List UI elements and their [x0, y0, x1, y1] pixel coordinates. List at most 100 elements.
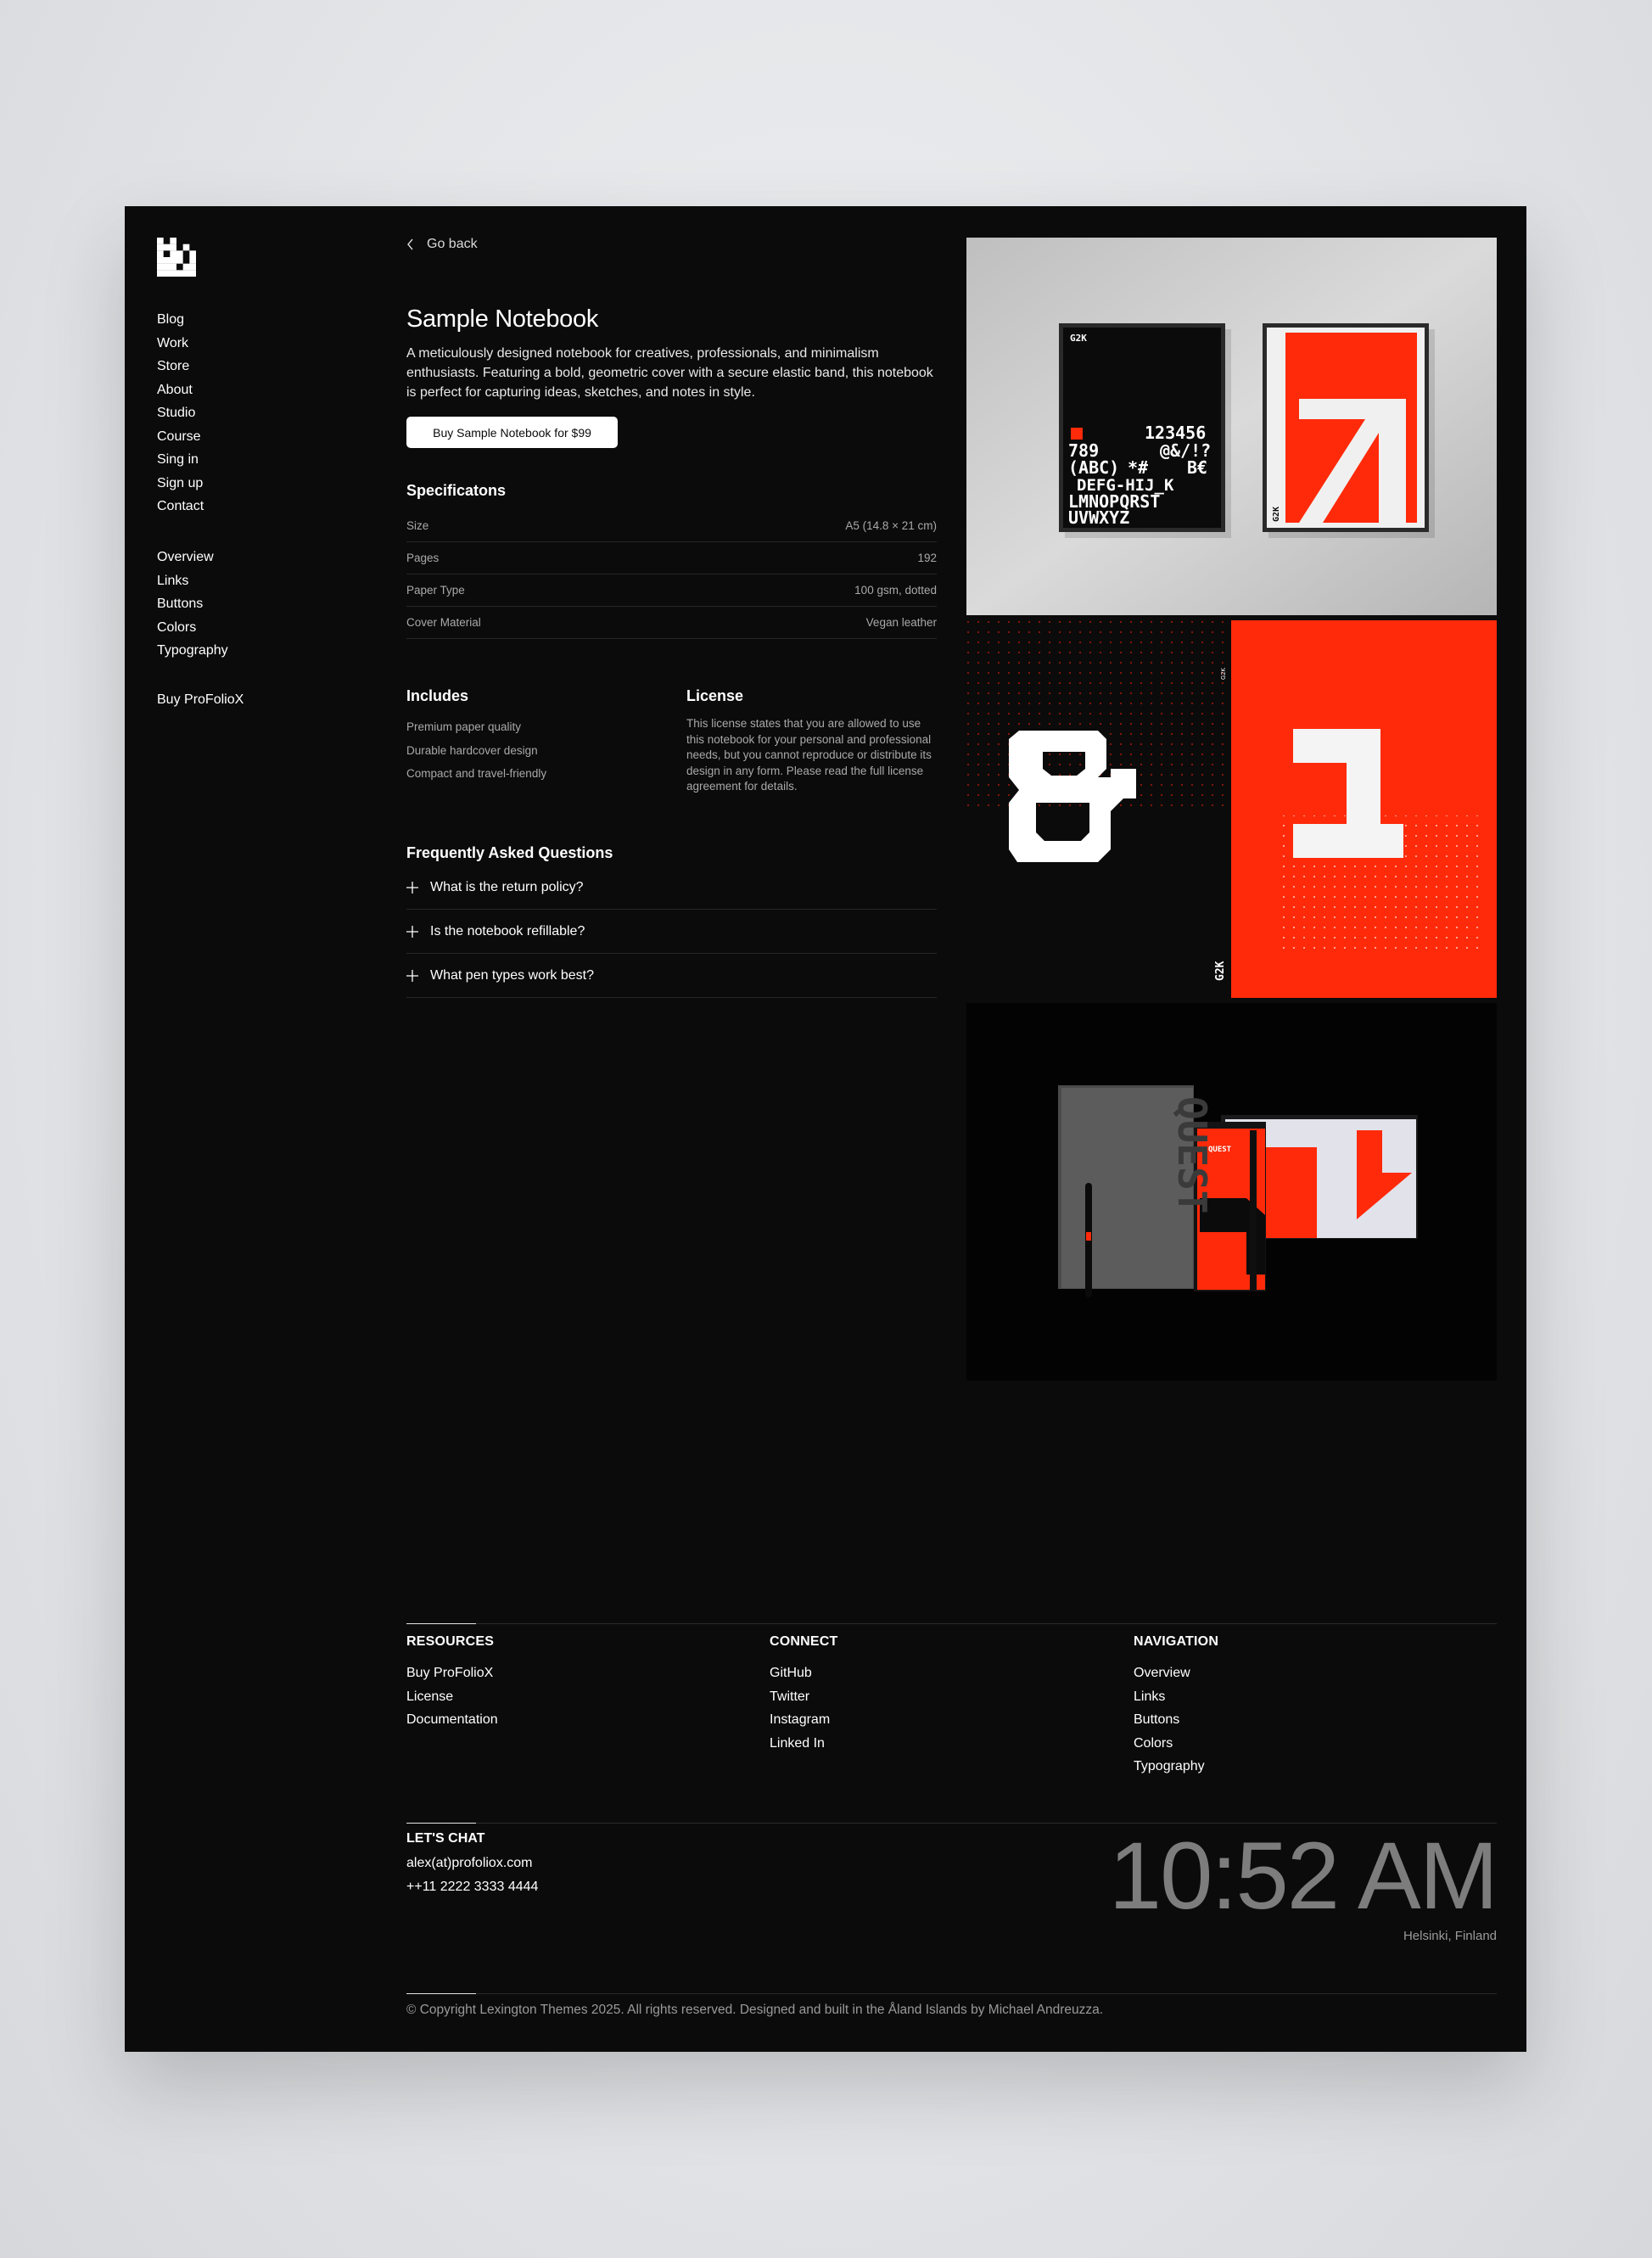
footer-link-github[interactable]: GitHub: [770, 1661, 838, 1685]
faq-item-return-policy[interactable]: What is the return policy?: [406, 866, 937, 910]
poster-chars: (ABC): [1068, 457, 1119, 478]
product-image-notebook-set[interactable]: QUEST QUEST: [966, 1003, 1497, 1381]
posters-illustration: G2K 123456 789 @&/!? (ABC) *# B€ DEFG-HI…: [966, 238, 1497, 615]
footer-link-links[interactable]: Links: [1134, 1685, 1218, 1709]
includes-heading: Includes: [406, 687, 469, 704]
sidebar-item-typography[interactable]: Typography: [157, 639, 228, 663]
includes-item: Compact and travel-friendly: [406, 767, 547, 780]
typeface-illustration: G2K G2K: [966, 620, 1497, 998]
footer-link-typography[interactable]: Typography: [1134, 1755, 1218, 1779]
sidebar-buy-nav: Buy ProFolioX: [157, 688, 244, 712]
chat-heading: LET'S CHAT: [406, 1831, 485, 1846]
notebook-set-illustration: QUEST QUEST: [966, 1003, 1497, 1381]
includes-item: Premium paper quality: [406, 720, 522, 733]
faq-question: Is the notebook refillable?: [430, 923, 585, 938]
spec-value: A5 (14.8 × 21 cm): [845, 519, 937, 532]
plus-icon: [406, 881, 418, 894]
sidebar-item-blog[interactable]: Blog: [157, 308, 204, 332]
spec-label: Pages: [406, 552, 440, 564]
sidebar-item-colors[interactable]: Colors: [157, 616, 228, 640]
spec-row-size: Size A5 (14.8 × 21 cm): [406, 510, 937, 542]
footer-link-linkedin[interactable]: Linked In: [770, 1732, 838, 1756]
footer-navigation-heading: NAVIGATION: [1134, 1634, 1219, 1649]
copyright-text: © Copyright Lexington Themes 2025. All r…: [406, 2003, 1104, 2017]
license-heading: License: [686, 687, 744, 704]
faq-question: What pen types work best?: [430, 967, 594, 983]
sidebar-item-links[interactable]: Links: [157, 569, 228, 593]
specifications-heading: Specificatons: [406, 482, 507, 499]
footer-link-overview[interactable]: Overview: [1134, 1661, 1218, 1685]
includes-item: Durable hardcover design: [406, 743, 538, 757]
spec-value: 100 gsm, dotted: [854, 584, 937, 597]
footer-resources: RESOURCES Buy ProFolioX License Document…: [406, 1634, 498, 1732]
faq-item-refillable[interactable]: Is the notebook refillable?: [406, 910, 937, 954]
spec-label: Size: [406, 519, 429, 532]
includes-list: Premium paper quality Durable hardcover …: [406, 715, 546, 786]
copyright-divider: [406, 1993, 1497, 1994]
footer-link-colors[interactable]: Colors: [1134, 1732, 1218, 1756]
chat-accent-line: [406, 1823, 476, 1824]
contact-phone[interactable]: ++11 2222 3333 4444: [406, 1875, 538, 1899]
notebook-brand: QUEST: [1169, 1096, 1215, 1213]
footer-resources-heading: RESOURCES: [406, 1634, 495, 1649]
spec-row-cover-material: Cover Material Vegan leather: [406, 607, 937, 639]
typeface-brand: G2K: [1214, 961, 1227, 981]
page-frame: Blog Work Store About Studio Course Sing…: [125, 206, 1526, 2052]
spec-row-paper-type: Paper Type 100 gsm, dotted: [406, 574, 937, 607]
product-image-posters[interactable]: G2K 123456 789 @&/!? (ABC) *# B€ DEFG-HI…: [966, 238, 1497, 615]
footer-connect-heading: CONNECT: [770, 1634, 838, 1649]
footer-divider: [406, 1623, 1497, 1624]
go-back-link[interactable]: Go back: [406, 237, 478, 252]
sidebar-ui-nav: Overview Links Buttons Colors Typography: [157, 546, 228, 663]
footer-accent-line: [406, 1623, 476, 1624]
sidebar-item-sign-up[interactable]: Sign up: [157, 472, 204, 496]
sidebar-item-contact[interactable]: Contact: [157, 495, 204, 518]
sidebar-item-overview[interactable]: Overview: [157, 546, 228, 569]
footer-link-license[interactable]: License: [406, 1685, 498, 1709]
license-text: This license states that you are allowed…: [686, 717, 932, 793]
poster-chars: UVWXYZ: [1068, 507, 1129, 528]
sidebar-item-buy-profoliox[interactable]: Buy ProFolioX: [157, 688, 244, 712]
footer-link-buy-profoliox[interactable]: Buy ProFolioX: [406, 1661, 498, 1685]
footer-link-twitter[interactable]: Twitter: [770, 1685, 838, 1709]
sidebar-item-course[interactable]: Course: [157, 425, 204, 449]
local-city: Helsinki, Finland: [1403, 1929, 1497, 1943]
product-description: A meticulously designed notebook for cre…: [406, 346, 933, 400]
sidebar-item-work[interactable]: Work: [157, 332, 204, 356]
footer-link-buttons[interactable]: Buttons: [1134, 1708, 1218, 1732]
poster-brand: G2K: [1070, 333, 1087, 344]
specifications-table: Size A5 (14.8 × 21 cm) Pages 192 Paper T…: [406, 510, 937, 639]
local-time: 10:52 AM: [1108, 1823, 1498, 1929]
sidebar-item-about[interactable]: About: [157, 378, 204, 402]
page-title: Sample Notebook: [406, 305, 599, 333]
sidebar-item-studio[interactable]: Studio: [157, 401, 204, 425]
sidebar-item-sign-in[interactable]: Sing in: [157, 448, 204, 472]
typeface-side-label-top: G2K: [1221, 668, 1227, 680]
spec-value: Vegan leather: [865, 616, 937, 629]
poster-chars: *#: [1128, 457, 1148, 478]
faq-list: What is the return policy? Is the notebo…: [406, 866, 937, 998]
faq-question: What is the return policy?: [430, 879, 584, 894]
poster-chars: B€: [1187, 457, 1207, 478]
plus-icon: [406, 969, 418, 982]
spec-label: Paper Type: [406, 584, 465, 597]
buy-notebook-button[interactable]: Buy Sample Notebook for $99: [406, 417, 618, 448]
footer-link-instagram[interactable]: Instagram: [770, 1708, 838, 1732]
footer-link-documentation[interactable]: Documentation: [406, 1708, 498, 1732]
spec-label: Cover Material: [406, 616, 481, 629]
sidebar-main-nav: Blog Work Store About Studio Course Sing…: [157, 308, 204, 518]
product-image-typeface[interactable]: G2K G2K: [966, 620, 1497, 998]
go-back-label: Go back: [427, 237, 478, 251]
logo-icon[interactable]: [157, 238, 196, 277]
poster-brand: G2K: [1272, 507, 1281, 522]
faq-heading: Frequently Asked Questions: [406, 844, 613, 861]
copyright-accent-line: [406, 1993, 476, 1994]
contact-email[interactable]: alex(at)profoliox.com: [406, 1852, 538, 1875]
sidebar-item-buttons[interactable]: Buttons: [157, 592, 228, 616]
faq-item-pen-types[interactable]: What pen types work best?: [406, 954, 937, 998]
plus-icon: [406, 925, 418, 938]
footer-connect: CONNECT GitHub Twitter Instagram Linked …: [770, 1634, 838, 1755]
spec-value: 192: [917, 552, 937, 564]
spec-row-pages: Pages 192: [406, 542, 937, 574]
sidebar-item-store[interactable]: Store: [157, 355, 204, 378]
